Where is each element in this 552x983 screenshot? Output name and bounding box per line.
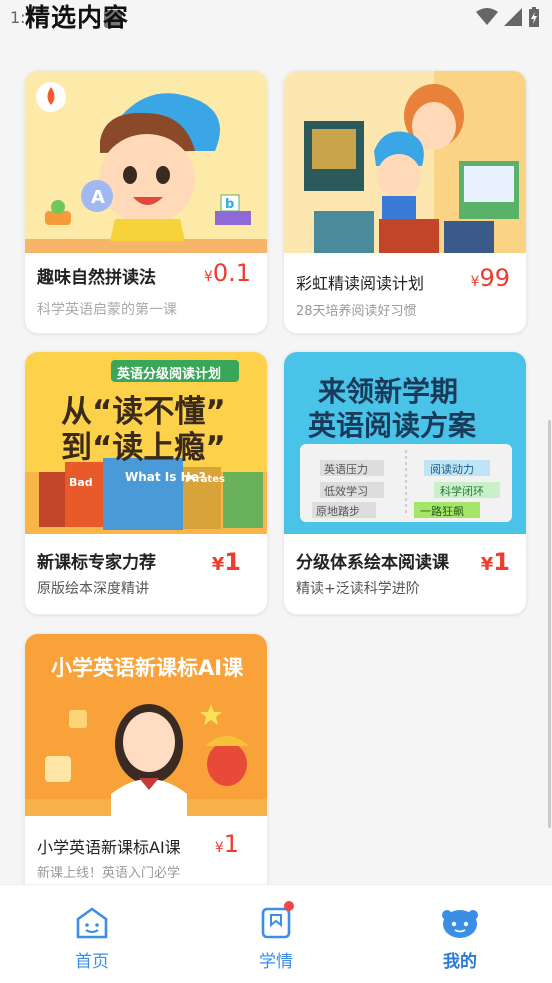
course-banner: 英语分级阅读计划 从“读不懂” 到“读上瘾” Bad What Is He? P… [25, 352, 267, 534]
course-card[interactable]: A b 趣味自然拼读法 ¥0.1 科学英语启蒙的第一课 [24, 70, 268, 334]
course-card[interactable]: 英语分级阅读计划 从“读不懂” 到“读上瘾” Bad What Is He? P… [24, 351, 268, 615]
home-face-icon [72, 905, 112, 941]
course-price: ¥99 [471, 264, 510, 292]
svg-text:b: b [225, 197, 234, 212]
course-title: 小学英语新课标AI课 [37, 838, 181, 857]
price-currency: ¥ [203, 269, 213, 285]
banner-item: 科学闭环 [440, 485, 484, 498]
course-banner: 来领新学期 英语阅读方案 英语压力 低效学习 原地踏步 阅读动力 科学闭环 一路… [284, 352, 526, 534]
banner-item: 一路狂飙 [420, 505, 464, 518]
course-subtitle: 精读+泛读科学进阶 [296, 581, 420, 597]
course-banner: 小学英语新课标AI课 [25, 634, 267, 816]
tab-label: 学情 [259, 952, 293, 972]
price-currency: ¥ [480, 554, 494, 575]
course-subtitle: 原版绘本深度精讲 [37, 581, 149, 597]
price-value: 1 [224, 548, 241, 576]
price-currency: ¥ [214, 840, 224, 856]
course-subtitle: 新课上线！英语入门必学 [37, 866, 181, 881]
course-title: 分级体系绘本阅读课 [296, 553, 449, 573]
profile-face-icon [440, 905, 480, 941]
course-banner [284, 71, 526, 253]
tab-label: 首页 [75, 952, 109, 972]
tab-study[interactable]: 学情 [236, 901, 316, 972]
banner-item: 原地踏步 [316, 505, 360, 518]
price-value: 1 [223, 830, 239, 858]
price-value: 99 [479, 264, 510, 292]
course-price: ¥0.1 [204, 259, 251, 287]
battery-icon [529, 7, 539, 27]
course-price: ¥1 [481, 548, 510, 576]
notification-badge [284, 901, 294, 911]
price-currency: ¥ [211, 554, 225, 575]
book-title: Pirates [185, 474, 225, 485]
banner-headline: 英语阅读方案 [308, 409, 477, 442]
bottom-tab-bar: 首页 学情 我的 [0, 884, 552, 983]
course-subtitle: 28天培养阅读好习惯 [296, 304, 417, 319]
wifi-icon [476, 8, 498, 25]
course-title: 新课标专家力荐 [37, 553, 156, 573]
course-price: ¥1 [212, 548, 241, 576]
tab-label: 我的 [443, 952, 477, 972]
banner-headline: 小学英语新课标AI课 [51, 656, 244, 680]
banner-item: 低效学习 [324, 485, 368, 498]
course-price: ¥1 [215, 830, 239, 858]
status-icons [476, 7, 540, 27]
course-card[interactable]: 彩虹精读阅读计划 ¥99 28天培养阅读好习惯 [283, 70, 527, 334]
course-title: 趣味自然拼读法 [37, 268, 156, 288]
course-subtitle: 科学英语启蒙的第一课 [37, 302, 177, 318]
banner-tag: 英语分级阅读计划 [117, 367, 222, 382]
course-card[interactable]: 小学英语新课标AI课 小学英语新课标AI课 ¥1 新课上线！英语入门必学 [24, 633, 268, 885]
banner-headline: 到“读上瘾” [61, 430, 226, 466]
scrollbar[interactable] [548, 420, 551, 828]
svg-text:A: A [91, 187, 105, 208]
tab-home[interactable]: 首页 [52, 905, 132, 972]
book-title: Bad [69, 476, 93, 489]
tab-mine[interactable]: 我的 [420, 905, 500, 972]
course-banner: A b [25, 71, 267, 253]
banner-item: 英语压力 [324, 463, 368, 476]
course-card[interactable]: 来领新学期 英语阅读方案 英语压力 低效学习 原地踏步 阅读动力 科学闭环 一路… [283, 351, 527, 615]
page-title: 精选内容 [25, 3, 130, 32]
bookmark-book-icon [256, 901, 296, 941]
course-title: 彩虹精读阅读计划 [296, 274, 425, 293]
price-value: 1 [493, 548, 510, 576]
signal-icon [504, 8, 522, 26]
price-value: 0.1 [212, 259, 251, 287]
status-time: 1: [10, 8, 26, 27]
banner-item: 阅读动力 [430, 463, 474, 476]
